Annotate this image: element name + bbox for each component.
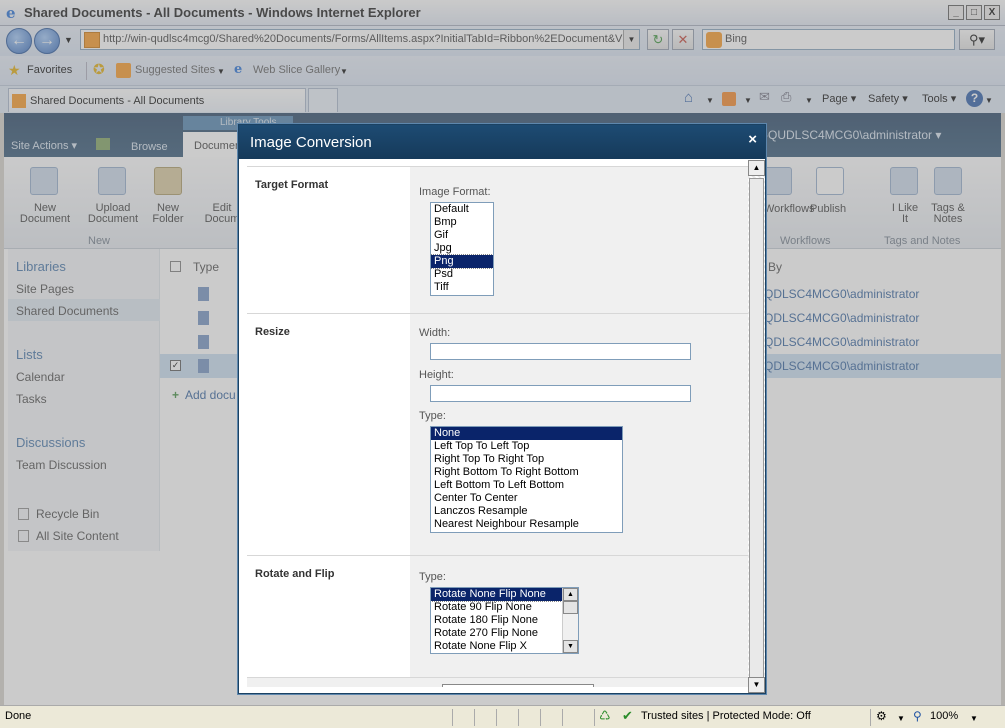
section-target-format: Target Format Image Format: Default Bmp … [247, 166, 748, 313]
security-zone[interactable]: Trusted sites | Protected Mode: Off [641, 710, 811, 722]
section-field-column: Type: Rotate None Flip None Rotate 90 Fl… [410, 556, 748, 677]
list-option[interactable]: Rotate 90 Flip None [431, 601, 562, 614]
scroll-down-icon[interactable]: ▼ [563, 640, 578, 653]
status-bar: Done ♺ ✔ Trusted sites | Protected Mode:… [0, 705, 1005, 728]
image-conversion-dialog: Image Conversion × Target Format Image F… [238, 124, 766, 694]
list-option[interactable]: Nearest Neighbour Resample [431, 518, 622, 531]
list-option[interactable]: Bmp [431, 216, 493, 229]
divider [594, 709, 595, 726]
list-option[interactable]: Jpg [431, 242, 493, 255]
scroll-thumb[interactable] [749, 178, 764, 678]
scroll-up-icon[interactable]: ▲ [563, 588, 578, 601]
dialog-close-icon[interactable]: × [748, 131, 757, 148]
divider [452, 709, 453, 726]
dialog-scrollbar[interactable]: ▲ ▼ [748, 160, 765, 693]
list-option[interactable]: Gif [431, 229, 493, 242]
zoom-level[interactable]: 100% [930, 710, 958, 722]
list-option[interactable]: Right Top To Right Top [431, 453, 622, 466]
width-label: Width: [419, 327, 451, 339]
image-format-listbox[interactable]: Default Bmp Gif Jpg Png Psd Tiff [430, 202, 494, 296]
width-input[interactable] [430, 343, 691, 360]
resize-type-label: Type: [419, 410, 446, 422]
resize-type-listbox[interactable]: None Left Top To Left Top Right Top To R… [430, 426, 623, 533]
dialog-footer-strip [247, 677, 748, 687]
section-resize: Resize Width: Height: Type: None Left To… [247, 313, 748, 555]
height-label: Height: [419, 369, 454, 381]
list-option[interactable]: Rotate 270 Flip None [431, 627, 562, 640]
section-rotate-flip: Rotate and Flip Type: Rotate None Flip N… [247, 555, 748, 677]
list-option[interactable]: Psd [431, 268, 493, 281]
target-format-heading: Target Format [255, 179, 329, 191]
section-field-column: Image Format: Default Bmp Gif Jpg Png Ps… [410, 167, 748, 313]
list-option[interactable]: Center To Center [431, 492, 622, 505]
dialog-title: Image Conversion [250, 134, 372, 151]
section-field-column: Width: Height: Type: None Left Top To Le… [410, 314, 748, 555]
list-option[interactable]: Rotate 180 Flip None [431, 614, 562, 627]
trusted-check-icon: ✔ [622, 708, 633, 723]
zoom-icon[interactable]: ⚲ [913, 709, 922, 723]
list-option[interactable]: Left Bottom To Left Bottom [431, 479, 622, 492]
scroll-up-icon[interactable]: ▲ [748, 160, 765, 176]
dialog-body: Target Format Image Format: Default Bmp … [247, 160, 748, 687]
rotate-type-listbox[interactable]: Rotate None Flip None Rotate 90 Flip Non… [430, 587, 579, 654]
list-option[interactable]: Tiff [431, 281, 493, 294]
list-option-selected[interactable]: Png [431, 254, 493, 269]
listbox-scrollbar[interactable]: ▲ ▼ [562, 588, 578, 653]
divider [474, 709, 475, 726]
protected-mode-icon[interactable]: ⚙ [876, 709, 887, 723]
protected-dropdown-icon[interactable]: ▼ [897, 714, 905, 723]
list-option[interactable]: Lanczos Resample [431, 505, 622, 518]
list-option-selected[interactable]: Rotate None Flip None [431, 588, 563, 602]
divider [496, 709, 497, 726]
list-option[interactable]: Left Top To Left Top [431, 440, 622, 453]
divider [870, 709, 871, 726]
list-option[interactable]: Right Bottom To Right Bottom [431, 466, 622, 479]
list-option[interactable]: Default [431, 203, 493, 216]
rotate-type-label: Type: [419, 571, 446, 583]
section-label-column: Target Format [247, 167, 410, 313]
section-label-column: Rotate and Flip [247, 556, 410, 677]
section-label-column: Resize [247, 314, 410, 555]
scroll-thumb[interactable] [563, 601, 578, 614]
divider [562, 709, 563, 726]
list-option-selected[interactable]: None [431, 427, 622, 440]
resize-heading: Resize [255, 326, 290, 338]
scroll-down-icon[interactable]: ▼ [748, 677, 765, 693]
height-input[interactable] [430, 385, 691, 402]
dialog-header: Image Conversion × [239, 125, 765, 159]
image-format-label: Image Format: [419, 186, 491, 198]
divider [540, 709, 541, 726]
status-text: Done [5, 710, 32, 722]
rotate-flip-heading: Rotate and Flip [255, 568, 335, 580]
divider [518, 709, 519, 726]
ok-button[interactable] [442, 684, 594, 687]
zoom-dropdown-icon[interactable]: ▼ [970, 714, 978, 723]
compatibility-icon[interactable]: ♺ [599, 708, 611, 724]
list-option[interactable]: Rotate None Flip X [431, 640, 562, 653]
